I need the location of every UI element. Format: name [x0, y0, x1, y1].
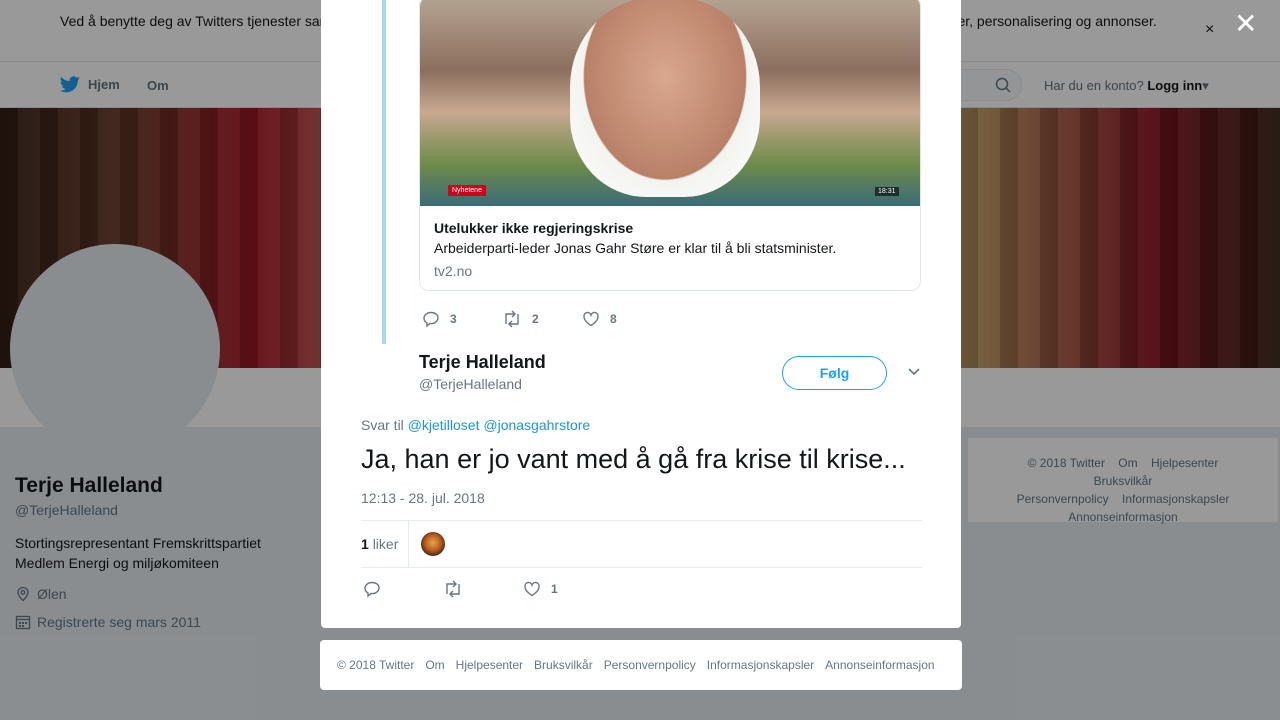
footer-link[interactable]: Bruksvilkår — [534, 658, 593, 672]
footer-copyright: © 2018 Twitter — [337, 658, 415, 672]
footer-link[interactable]: Personvernpolicy — [604, 658, 696, 672]
like-button[interactable]: 1 — [523, 580, 603, 598]
tweet-permalink-modal: Nyhetene 18:31 Utelukker ikke regjerings… — [321, 0, 961, 628]
author-handle[interactable]: @TerjeHalleland — [419, 376, 522, 392]
card-thumbnail-image: Nyhetene 18:31 — [420, 0, 920, 206]
reply-icon — [364, 581, 380, 598]
tweet-stats: 1 liker — [361, 520, 922, 568]
card-body: Utelukker ikke regjeringskrise Arbeiderp… — [420, 206, 920, 290]
heart-icon — [583, 311, 599, 327]
retweet-count: 2 — [532, 312, 539, 326]
stats-divider — [408, 521, 409, 567]
retweet-icon — [446, 580, 460, 598]
reply-button[interactable] — [363, 580, 443, 598]
close-icon[interactable]: ✕ — [1234, 10, 1257, 38]
tweet-timestamp[interactable]: 12:13 - 28. jul. 2018 — [361, 490, 485, 506]
like-stat[interactable]: 1 liker — [361, 536, 398, 552]
tweet-actions: 1 — [363, 580, 603, 598]
card-domain: tv2.no — [434, 263, 473, 279]
heart-icon — [524, 581, 540, 597]
retweet-button[interactable] — [443, 580, 523, 598]
reply-icon — [423, 311, 439, 328]
footer-link[interactable]: Annonseinformasjon — [825, 658, 934, 672]
link-preview-card[interactable]: Nyhetene 18:31 Utelukker ikke regjerings… — [419, 0, 921, 291]
chevron-down-icon[interactable] — [907, 367, 921, 377]
footer-link[interactable]: Hjelpesenter — [456, 658, 523, 672]
mention-link[interactable]: @kjetilloset — [408, 417, 480, 433]
modal-footer: © 2018 Twitter Om Hjelpesenter Bruksvilk… — [320, 640, 962, 690]
card-title: Utelukker ikke regjeringskrise — [434, 220, 634, 236]
video-timestamp: 18:31 — [875, 187, 899, 196]
author-name[interactable]: Terje Halleland — [419, 352, 546, 373]
like-count: 8 — [610, 312, 617, 326]
reply-count: 3 — [450, 312, 457, 326]
retweet-icon — [505, 310, 519, 328]
reply-prefix: Svar til — [361, 417, 404, 433]
footer-link[interactable]: Om — [425, 658, 444, 672]
parent-tweet-actions: 3 2 8 — [422, 310, 662, 328]
retweet-button[interactable]: 2 — [502, 310, 582, 328]
tweet-text: Ja, han er jo vant med å gå fra krise ti… — [361, 444, 906, 474]
like-stat-label: liker — [372, 536, 399, 552]
liker-avatar[interactable] — [421, 532, 445, 556]
card-description: Arbeiderparti-leder Jonas Gahr Støre er … — [434, 240, 837, 256]
reply-context: Svar til @kjetilloset @jonasgahrstore — [361, 417, 590, 433]
tv2-badge: Nyhetene — [448, 185, 486, 196]
like-count: 1 — [551, 582, 558, 596]
follow-button[interactable]: Følg — [782, 356, 887, 390]
thread-connector-line — [382, 0, 386, 344]
mention-link[interactable]: @jonasgahrstore — [483, 417, 590, 433]
like-button[interactable]: 8 — [582, 310, 662, 328]
footer-link[interactable]: Informasjonskapsler — [707, 658, 814, 672]
card-image-person — [570, 0, 760, 197]
like-stat-count: 1 — [361, 536, 369, 552]
reply-button[interactable]: 3 — [422, 310, 502, 328]
